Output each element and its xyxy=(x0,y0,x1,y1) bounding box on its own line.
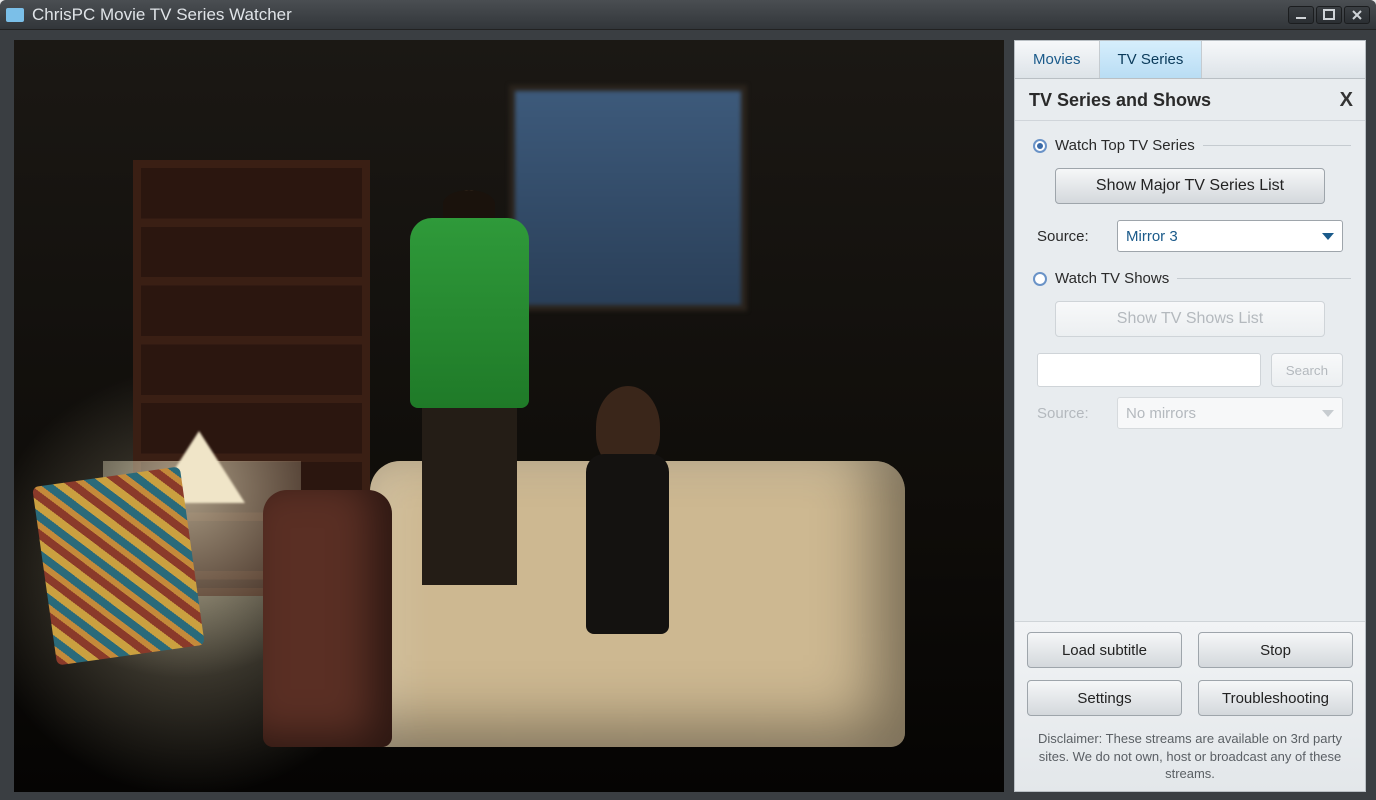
video-player[interactable] xyxy=(14,40,1004,792)
disclaimer-text: Disclaimer: These streams are available … xyxy=(1027,728,1353,785)
chevron-down-icon xyxy=(1322,410,1334,417)
troubleshooting-button[interactable]: Troubleshooting xyxy=(1198,680,1353,716)
radio-tv-shows[interactable] xyxy=(1033,272,1047,286)
group-shows-label: Watch TV Shows xyxy=(1055,270,1169,287)
panel-close-button[interactable]: X xyxy=(1340,89,1353,112)
bottom-bar: Load subtitle Stop Settings Troubleshoot… xyxy=(1015,621,1365,791)
panel-header: TV Series and Shows X xyxy=(1015,79,1365,121)
stop-button[interactable]: Stop xyxy=(1198,632,1353,668)
tab-movies[interactable]: Movies xyxy=(1015,41,1100,78)
minimize-icon xyxy=(1295,9,1307,21)
maximize-button[interactable] xyxy=(1316,6,1342,24)
radio-top-tv-series[interactable] xyxy=(1033,139,1047,153)
show-major-tv-series-button[interactable]: Show Major TV Series List xyxy=(1055,168,1325,204)
load-subtitle-button[interactable]: Load subtitle xyxy=(1027,632,1182,668)
minimize-button[interactable] xyxy=(1288,6,1314,24)
show-tv-shows-button: Show TV Shows List xyxy=(1055,301,1325,337)
group-top-tv-series: Watch Top TV Series Show Major TV Series… xyxy=(1029,137,1351,252)
group-top-label: Watch Top TV Series xyxy=(1055,137,1195,154)
source-select-top-value: Mirror 3 xyxy=(1126,228,1178,245)
divider xyxy=(1203,145,1351,146)
window-title: ChrisPC Movie TV Series Watcher xyxy=(32,5,1288,25)
client-area: Movies TV Series TV Series and Shows X W… xyxy=(0,30,1376,800)
tab-tv-series[interactable]: TV Series xyxy=(1100,41,1203,78)
titlebar[interactable]: ChrisPC Movie TV Series Watcher xyxy=(0,0,1376,30)
group-tv-shows: Watch TV Shows Show TV Shows List Search… xyxy=(1029,270,1351,429)
panel-title: TV Series and Shows xyxy=(1029,90,1211,111)
app-icon xyxy=(6,8,24,22)
chevron-down-icon xyxy=(1322,233,1334,240)
source-select-top[interactable]: Mirror 3 xyxy=(1117,220,1343,252)
app-window: ChrisPC Movie TV Series Watcher xyxy=(0,0,1376,800)
source-label-shows: Source: xyxy=(1037,405,1107,422)
side-panel: Movies TV Series TV Series and Shows X W… xyxy=(1014,40,1366,792)
panel-body: Watch Top TV Series Show Major TV Series… xyxy=(1015,121,1365,621)
settings-button[interactable]: Settings xyxy=(1027,680,1182,716)
source-label-top: Source: xyxy=(1037,228,1107,245)
tv-shows-search-input xyxy=(1037,353,1261,387)
close-icon xyxy=(1351,9,1363,21)
maximize-icon xyxy=(1323,9,1335,21)
tv-shows-search-button: Search xyxy=(1271,353,1343,387)
source-select-shows: No mirrors xyxy=(1117,397,1343,429)
divider xyxy=(1177,278,1351,279)
close-button[interactable] xyxy=(1344,6,1370,24)
video-frame xyxy=(14,40,1004,792)
source-select-shows-value: No mirrors xyxy=(1126,405,1196,422)
tab-bar: Movies TV Series xyxy=(1015,41,1365,79)
